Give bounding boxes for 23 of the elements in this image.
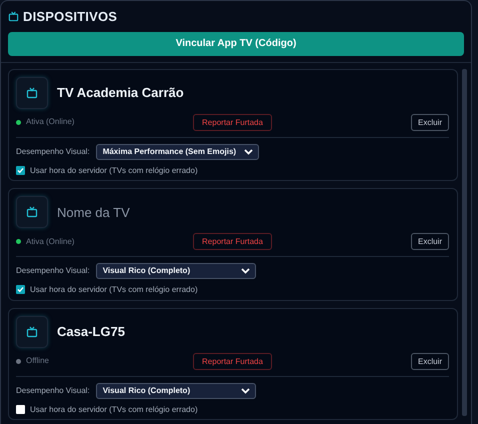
report-stolen-button[interactable]: Reportar Furtada xyxy=(193,352,272,370)
status-text: Offline xyxy=(26,356,49,366)
delete-button[interactable]: Excluir xyxy=(410,114,449,131)
performance-select[interactable]: Visual Rico (Completo) xyxy=(96,263,256,280)
performance-label: Desempenho Visual: xyxy=(16,386,90,396)
link-tv-button[interactable]: Vincular App TV (Código) xyxy=(8,32,464,56)
checkbox-label: Usar hora do servidor (TVs com relógio errado) xyxy=(30,166,198,176)
status-text: Ativa (Online) xyxy=(26,117,74,127)
performance-select[interactable]: Máxima Performance (Sem Emojis) xyxy=(96,144,260,160)
delete-button[interactable]: Excluir xyxy=(410,352,449,370)
performance-label: Desempenho Visual: xyxy=(16,266,90,276)
report-stolen-button[interactable]: Reportar Furtada xyxy=(193,114,272,131)
checkbox-label: Usar hora do servidor (TVs com relógio errado) xyxy=(30,285,198,295)
performance-label: Desempenho Visual: xyxy=(16,146,90,156)
performance-select[interactable]: Visual Rico (Completo) xyxy=(96,382,256,399)
device-name-field[interactable]: Nome da TV xyxy=(57,204,357,220)
device-name-field[interactable]: TV Academia Carrão xyxy=(57,85,357,100)
report-stolen-button[interactable]: Reportar Furtada xyxy=(193,233,272,250)
delete-button[interactable]: Excluir xyxy=(410,233,449,250)
status-text: Ativa (Online) xyxy=(26,236,74,246)
device-name-field[interactable]: Casa-LG75 xyxy=(57,324,357,340)
panel-title: DISPOSITIVOS xyxy=(23,9,118,25)
checkbox-label: Usar hora do servidor (TVs com relógio errado) xyxy=(30,404,198,414)
